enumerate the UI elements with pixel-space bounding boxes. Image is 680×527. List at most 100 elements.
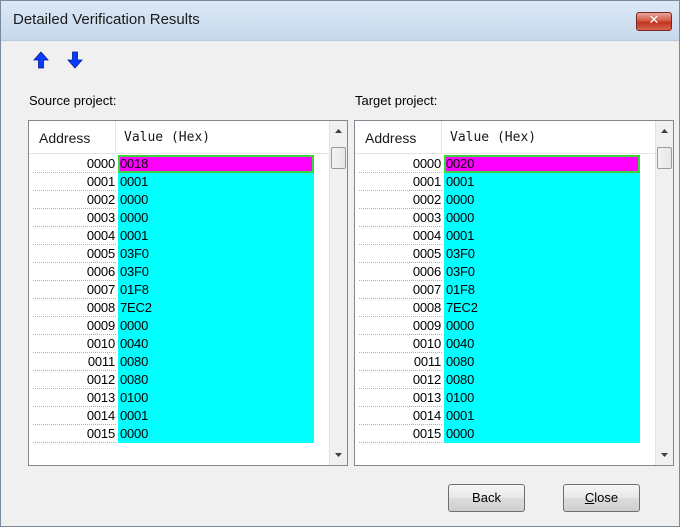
address-cell: 0013	[359, 389, 442, 407]
table-row[interactable]: 0008 7EC2	[359, 299, 655, 317]
table-row[interactable]: 0007 01F8	[359, 281, 655, 299]
table-row[interactable]: 0004 0001	[359, 227, 655, 245]
scroll-thumb[interactable]	[657, 147, 672, 169]
address-cell: 0013	[33, 389, 116, 407]
table-row[interactable]: 0000 0018	[33, 155, 329, 173]
table-row[interactable]: 0009 0000	[359, 317, 655, 335]
table-row[interactable]: 0014 0001	[359, 407, 655, 425]
address-cell: 0012	[359, 371, 442, 389]
table-row[interactable]: 0003 0000	[33, 209, 329, 227]
table-row[interactable]: 0001 0001	[359, 173, 655, 191]
table-row[interactable]: 0011 0080	[33, 353, 329, 371]
address-cell: 0011	[359, 353, 442, 371]
table-row[interactable]: 0003 0000	[359, 209, 655, 227]
address-column-header[interactable]: Address	[39, 130, 90, 146]
address-cell: 0011	[33, 353, 116, 371]
value-cell: 0001	[118, 173, 314, 191]
column-divider[interactable]	[441, 121, 442, 153]
address-cell: 0015	[359, 425, 442, 443]
table-row[interactable]: 0010 0040	[33, 335, 329, 353]
table-row[interactable]: 0015 0000	[33, 425, 329, 443]
table-row[interactable]: 0001 0001	[33, 173, 329, 191]
value-column-header[interactable]: Value (Hex)	[450, 130, 536, 145]
table-row[interactable]: 0006 03F0	[359, 263, 655, 281]
address-cell: 0004	[33, 227, 116, 245]
value-cell: 0001	[444, 173, 640, 191]
table-row[interactable]: 0012 0080	[33, 371, 329, 389]
source-listview[interactable]: Address Value (Hex) 0000 0018 0001 0001 0002…	[28, 120, 348, 466]
target-project-label: Target project:	[355, 93, 438, 108]
table-row[interactable]: 0005 03F0	[359, 245, 655, 263]
address-cell: 0012	[33, 371, 116, 389]
value-cell: 03F0	[118, 245, 314, 263]
close-button-mnemonic: C	[584, 490, 595, 505]
scroll-up-icon[interactable]	[330, 123, 347, 140]
value-cell: 0001	[118, 407, 314, 425]
table-row[interactable]: 0000 0020	[359, 155, 655, 173]
address-cell: 0000	[359, 155, 442, 173]
address-cell: 0010	[359, 335, 442, 353]
table-row[interactable]: 0011 0080	[359, 353, 655, 371]
address-cell: 0003	[33, 209, 116, 227]
value-cell: 0000	[444, 209, 640, 227]
table-row[interactable]: 0009 0000	[33, 317, 329, 335]
target-scrollbar[interactable]	[655, 121, 673, 465]
close-button[interactable]: Close	[563, 484, 640, 512]
table-row[interactable]: 0002 0000	[359, 191, 655, 209]
value-cell: 0001	[118, 227, 314, 245]
source-project-label: Source project:	[29, 93, 117, 108]
target-list-header: Address Value (Hex)	[355, 121, 655, 154]
address-cell: 0000	[33, 155, 116, 173]
source-rows: 0000 0018 0001 0001 0002 0000 0003 0000 0004 0001…	[33, 155, 329, 461]
close-button-label: lose	[594, 490, 619, 505]
table-row[interactable]: 0013 0100	[359, 389, 655, 407]
table-row[interactable]: 0014 0001	[33, 407, 329, 425]
window-title: Detailed Verification Results	[13, 11, 200, 28]
scroll-up-icon[interactable]	[656, 123, 673, 140]
back-button[interactable]: Back	[448, 484, 525, 512]
address-cell: 0006	[359, 263, 442, 281]
window-close-button[interactable]: ✕	[636, 12, 672, 31]
value-cell: 01F8	[444, 281, 640, 299]
scroll-down-icon[interactable]	[656, 446, 673, 463]
table-row[interactable]: 0005 03F0	[33, 245, 329, 263]
address-cell: 0009	[33, 317, 116, 335]
value-cell: 0040	[118, 335, 314, 353]
table-row[interactable]: 0012 0080	[359, 371, 655, 389]
value-cell: 0000	[444, 425, 640, 443]
value-cell: 03F0	[118, 263, 314, 281]
value-cell: 03F0	[444, 263, 640, 281]
column-divider[interactable]	[115, 121, 116, 153]
next-difference-button[interactable]	[67, 51, 83, 69]
table-row[interactable]: 0007 01F8	[33, 281, 329, 299]
table-row[interactable]: 0008 7EC2	[33, 299, 329, 317]
table-row[interactable]: 0002 0000	[33, 191, 329, 209]
value-cell: 0000	[444, 191, 640, 209]
mismatch-value-cell: 0018	[118, 155, 314, 173]
table-row[interactable]: 0010 0040	[359, 335, 655, 353]
address-cell: 0005	[359, 245, 442, 263]
table-row[interactable]: 0004 0001	[33, 227, 329, 245]
address-cell: 0008	[33, 299, 116, 317]
value-cell: 0100	[444, 389, 640, 407]
table-row[interactable]: 0015 0000	[359, 425, 655, 443]
previous-difference-button[interactable]	[33, 51, 49, 69]
blue-down-arrow-icon	[67, 51, 83, 69]
value-column-header[interactable]: Value (Hex)	[124, 130, 210, 145]
value-cell: 0000	[118, 425, 314, 443]
value-cell: 01F8	[118, 281, 314, 299]
scroll-down-icon[interactable]	[330, 446, 347, 463]
address-cell: 0002	[33, 191, 116, 209]
value-cell: 0001	[444, 407, 640, 425]
value-cell: 0080	[118, 371, 314, 389]
source-scrollbar[interactable]	[329, 121, 347, 465]
table-row[interactable]: 0013 0100	[33, 389, 329, 407]
value-cell: 0000	[118, 317, 314, 335]
scroll-thumb[interactable]	[331, 147, 346, 169]
address-column-header[interactable]: Address	[365, 130, 416, 146]
table-row[interactable]: 0006 03F0	[33, 263, 329, 281]
value-cell: 03F0	[444, 245, 640, 263]
target-listview[interactable]: Address Value (Hex) 0000 0020 0001 0001 0002…	[354, 120, 674, 466]
address-cell: 0009	[359, 317, 442, 335]
value-cell: 7EC2	[444, 299, 640, 317]
